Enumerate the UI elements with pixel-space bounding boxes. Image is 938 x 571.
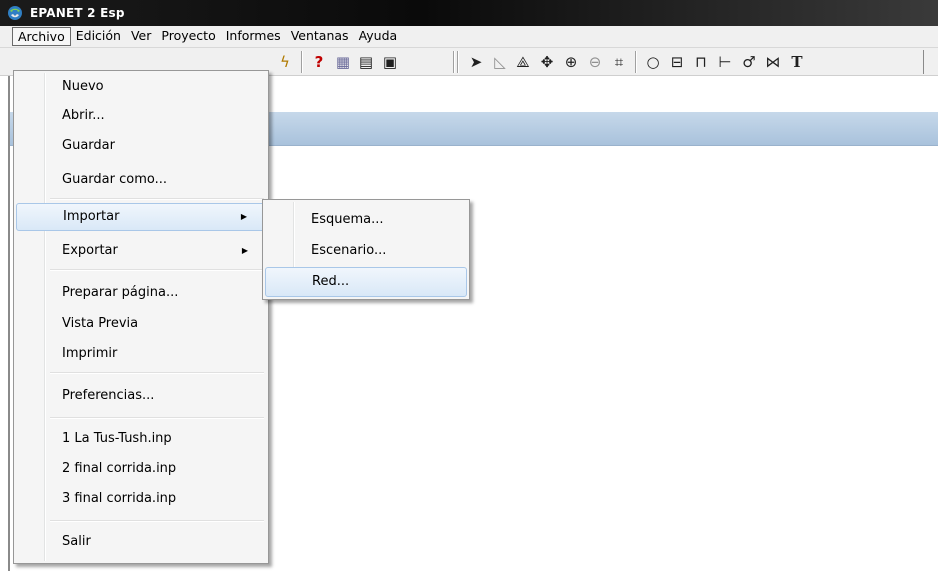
toolbar-separator xyxy=(453,51,455,73)
menu-item-abrir[interactable]: Abrir... xyxy=(16,102,266,130)
add-tank-icon[interactable]: ⊓ xyxy=(691,52,711,72)
menu-separator xyxy=(50,269,264,271)
add-pipe-icon[interactable]: ⊢ xyxy=(715,52,735,72)
menu-item-preparar-pagina[interactable]: Preparar página... xyxy=(16,279,266,307)
menu-item-nuevo[interactable]: Nuevo xyxy=(16,73,266,101)
menu-item-preferencias[interactable]: Preferencias... xyxy=(16,382,266,410)
menu-separator xyxy=(50,198,264,200)
menu-item-salir[interactable]: Salir xyxy=(16,528,266,556)
menu-item-exportar[interactable]: Exportar ▶ xyxy=(16,237,266,265)
query-icon[interactable]: ? xyxy=(309,52,329,72)
menu-archivo[interactable]: Archivo xyxy=(12,27,71,46)
add-valve-icon[interactable]: ⋈ xyxy=(763,52,783,72)
menu-item-importar-label: Importar xyxy=(63,209,120,224)
toolbar-separator xyxy=(635,51,637,73)
add-label-icon[interactable]: T xyxy=(787,52,807,72)
menu-item-exportar-label: Exportar xyxy=(62,243,118,258)
run-lightning-icon[interactable]: ϟ xyxy=(275,52,295,72)
submenu-arrow-icon: ▶ xyxy=(241,246,248,255)
menu-proyecto[interactable]: Proyecto xyxy=(156,27,220,46)
add-pump-icon[interactable]: ♂ xyxy=(739,52,759,72)
toolbar-end-divider xyxy=(923,50,924,74)
menu-item-vista-previa[interactable]: Vista Previa xyxy=(16,310,266,338)
submenu-item-esquema[interactable]: Esquema... xyxy=(265,205,467,235)
submenu-item-escenario[interactable]: Escenario... xyxy=(265,236,467,266)
add-reservoir-icon[interactable]: ⊟ xyxy=(667,52,687,72)
zoom-in-icon[interactable]: ⊕ xyxy=(561,52,581,72)
graph-icon[interactable]: ▦ xyxy=(333,52,353,72)
toolbar-separator xyxy=(457,51,459,73)
menu-informes[interactable]: Informes xyxy=(221,27,286,46)
menu-item-imprimir[interactable]: Imprimir xyxy=(16,340,266,368)
title-bar: EPANET 2 Esp xyxy=(0,0,938,26)
menu-separator xyxy=(50,520,264,522)
workspace-edge xyxy=(8,76,10,571)
select-vertex-icon[interactable]: ◺ xyxy=(490,52,510,72)
menu-edicion[interactable]: Edición xyxy=(71,27,126,46)
menu-bar: Archivo Edición Ver Proyecto Informes Ve… xyxy=(0,26,938,48)
add-junction-icon[interactable]: ○ xyxy=(643,52,663,72)
full-extent-icon[interactable]: ⌗ xyxy=(609,52,629,72)
menu-separator xyxy=(50,417,264,419)
menu-item-guardar[interactable]: Guardar xyxy=(16,132,266,160)
menu-item-guardar-como[interactable]: Guardar como... xyxy=(16,166,266,194)
options-icon[interactable]: ▣ xyxy=(380,52,400,72)
menu-separator xyxy=(50,372,264,374)
menu-item-recent-2[interactable]: 2 final corrida.inp xyxy=(16,455,266,483)
menu-item-recent-1[interactable]: 1 La Tus-Tush.inp xyxy=(16,425,266,453)
pan-icon[interactable]: ✥ xyxy=(537,52,557,72)
menu-item-recent-3[interactable]: 3 final corrida.inp xyxy=(16,485,266,513)
importar-submenu: Esquema... Escenario... Red... xyxy=(262,199,470,300)
submenu-arrow-icon: ▶ xyxy=(240,212,247,221)
menu-ventanas[interactable]: Ventanas xyxy=(286,27,354,46)
submenu-item-red[interactable]: Red... xyxy=(265,267,467,297)
toolbar-separator xyxy=(301,51,303,73)
epanet-app-icon xyxy=(8,6,22,20)
menu-ayuda[interactable]: Ayuda xyxy=(354,27,403,46)
menu-item-importar[interactable]: Importar ▶ xyxy=(16,203,266,231)
select-region-icon[interactable]: ⟁ xyxy=(513,52,533,72)
table-icon[interactable]: ▤ xyxy=(356,52,376,72)
zoom-out-icon[interactable]: ⊖ xyxy=(585,52,605,72)
menu-ver[interactable]: Ver xyxy=(126,27,156,46)
select-object-icon[interactable]: ➤ xyxy=(466,52,486,72)
window-title: EPANET 2 Esp xyxy=(30,6,125,20)
archivo-dropdown-menu: Nuevo Abrir... Guardar Guardar como... I… xyxy=(13,70,269,564)
